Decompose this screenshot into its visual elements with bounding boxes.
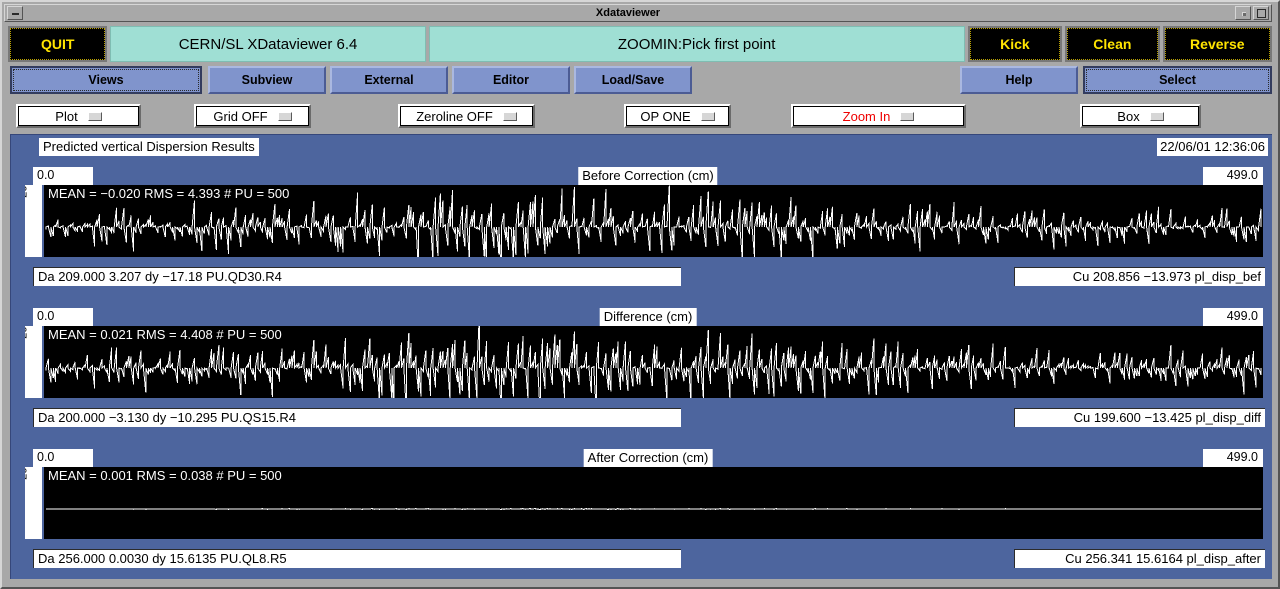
y-axis-max-label: 20.0 [25, 467, 29, 480]
menu-item-loadsave[interactable]: Load/Save [574, 66, 692, 94]
x-axis-min-label: 0.0 [33, 167, 93, 185]
option-grid[interactable]: Grid OFF [194, 104, 311, 128]
menu-item-external[interactable]: External [330, 66, 448, 94]
chevron-down-icon [1149, 111, 1164, 121]
plot-axis-row: 0.0 Before Correction (cm) 499.0 [33, 167, 1263, 185]
plot-status-right: Cu 208.856 −13.973 pl_disp_bef [1014, 267, 1265, 286]
y-axis-min-label: -20.0 [25, 487, 27, 512]
x-axis-min-label: 0.0 [33, 308, 93, 326]
plot-canvas: Predicted vertical Dispersion Results 22… [10, 134, 1272, 579]
plot-statistics: MEAN = 0.021 RMS = 4.408 # PU = 500 [48, 327, 282, 342]
chevron-down-icon [502, 111, 517, 121]
canvas-heading: Predicted vertical Dispersion Results [39, 138, 259, 156]
clean-button[interactable]: Clean [1065, 26, 1160, 62]
minimize-icon[interactable] [7, 6, 23, 20]
timestamp-label: 22/06/01 12:36:06 [1157, 138, 1268, 156]
plot-area[interactable]: MEAN = 0.001 RMS = 0.038 # PU = 500 [44, 467, 1263, 539]
option-op[interactable]: OP ONE [624, 104, 731, 128]
option-box[interactable]: Box [1080, 104, 1201, 128]
plot-status-left: Da 256.000 0.0030 dy 15.6135 PU.QL8.R5 [33, 549, 681, 568]
kick-button[interactable]: Kick [967, 26, 1063, 62]
option-zoom-label: Zoom In [842, 108, 891, 124]
y-axis-max-label: 20.0 [25, 185, 29, 198]
plot-title: Difference (cm) [599, 308, 697, 326]
app-root: Xdataviewer QUIT CERN/SL XDataviewer 6.4… [0, 0, 1280, 589]
plot-status-right: Cu 199.600 −13.425 pl_disp_diff [1014, 408, 1265, 427]
chevron-down-icon [87, 111, 102, 121]
plot-statistics: MEAN = 0.001 RMS = 0.038 # PU = 500 [48, 468, 282, 483]
window-titlebar: Xdataviewer [4, 4, 1272, 22]
plot-title: After Correction (cm) [583, 449, 713, 467]
option-plot[interactable]: Plot [16, 104, 141, 128]
plot-status-right: Cu 256.341 15.6164 pl_disp_after [1014, 549, 1265, 568]
app-banner: CERN/SL XDataviewer 6.4 [110, 26, 426, 62]
reverse-button[interactable]: Reverse [1162, 26, 1272, 62]
plot-statistics: MEAN = −0.020 RMS = 4.393 # PU = 500 [48, 186, 290, 201]
x-axis-max-label: 499.0 [1203, 167, 1263, 185]
status-banner: ZOOMIN:Pick first point [428, 26, 965, 62]
y-axis: 20.0 -20.0 [25, 326, 42, 398]
chevron-down-icon [700, 111, 715, 121]
option-grid-label: Grid OFF [213, 108, 268, 124]
x-axis-max-label: 499.0 [1203, 449, 1263, 467]
menu-bar: Views Subview External Editor Load/Save … [8, 64, 1272, 97]
option-zeroline-label: Zeroline OFF [416, 108, 493, 124]
y-axis-min-label: -20.0 [25, 346, 27, 371]
x-axis-min-label: 0.0 [33, 449, 93, 467]
quit-button[interactable]: QUIT [8, 26, 108, 62]
chevron-down-icon [277, 111, 292, 121]
option-zeroline[interactable]: Zeroline OFF [398, 104, 535, 128]
y-axis-min-label: -20.0 [25, 205, 27, 230]
plot-area[interactable]: MEAN = 0.021 RMS = 4.408 # PU = 500 [44, 326, 1263, 398]
menu-item-subview[interactable]: Subview [208, 66, 326, 94]
y-axis: 20.0 -20.0 [25, 185, 42, 257]
plot-axis-row: 0.0 Difference (cm) 499.0 [33, 308, 1263, 326]
menu-item-editor[interactable]: Editor [452, 66, 570, 94]
window-title: Xdataviewer [595, 7, 661, 19]
plot-axis-row: 0.0 After Correction (cm) 499.0 [33, 449, 1263, 467]
y-axis-max-label: 20.0 [25, 326, 29, 339]
maximize-icon[interactable] [1253, 6, 1269, 20]
chevron-down-icon [900, 111, 915, 121]
plot-status-left: Da 209.000 3.207 dy −17.18 PU.QD30.R4 [33, 267, 681, 286]
option-box-label: Box [1117, 108, 1140, 124]
y-axis: 20.0 -20.0 [25, 467, 42, 539]
plot-area[interactable]: MEAN = −0.020 RMS = 4.393 # PU = 500 [44, 185, 1263, 257]
top-action-bar: QUIT CERN/SL XDataviewer 6.4 ZOOMIN:Pick… [8, 26, 1272, 62]
plot-status-left: Da 200.000 −3.130 dy −10.295 PU.QS15.R4 [33, 408, 681, 427]
menu-item-select[interactable]: Select [1083, 66, 1272, 94]
option-op-label: OP ONE [640, 108, 691, 124]
menu-item-views[interactable]: Views [10, 66, 202, 94]
menu-item-help[interactable]: Help [960, 66, 1078, 94]
restore-icon[interactable] [1235, 6, 1251, 20]
option-bar: Plot Grid OFF Zeroline OFF OP ONE Zoom I… [8, 104, 1272, 130]
option-plot-label: Plot [55, 108, 78, 124]
option-zoom[interactable]: Zoom In [791, 104, 966, 128]
x-axis-max-label: 499.0 [1203, 308, 1263, 326]
plot-title: Before Correction (cm) [578, 167, 718, 185]
